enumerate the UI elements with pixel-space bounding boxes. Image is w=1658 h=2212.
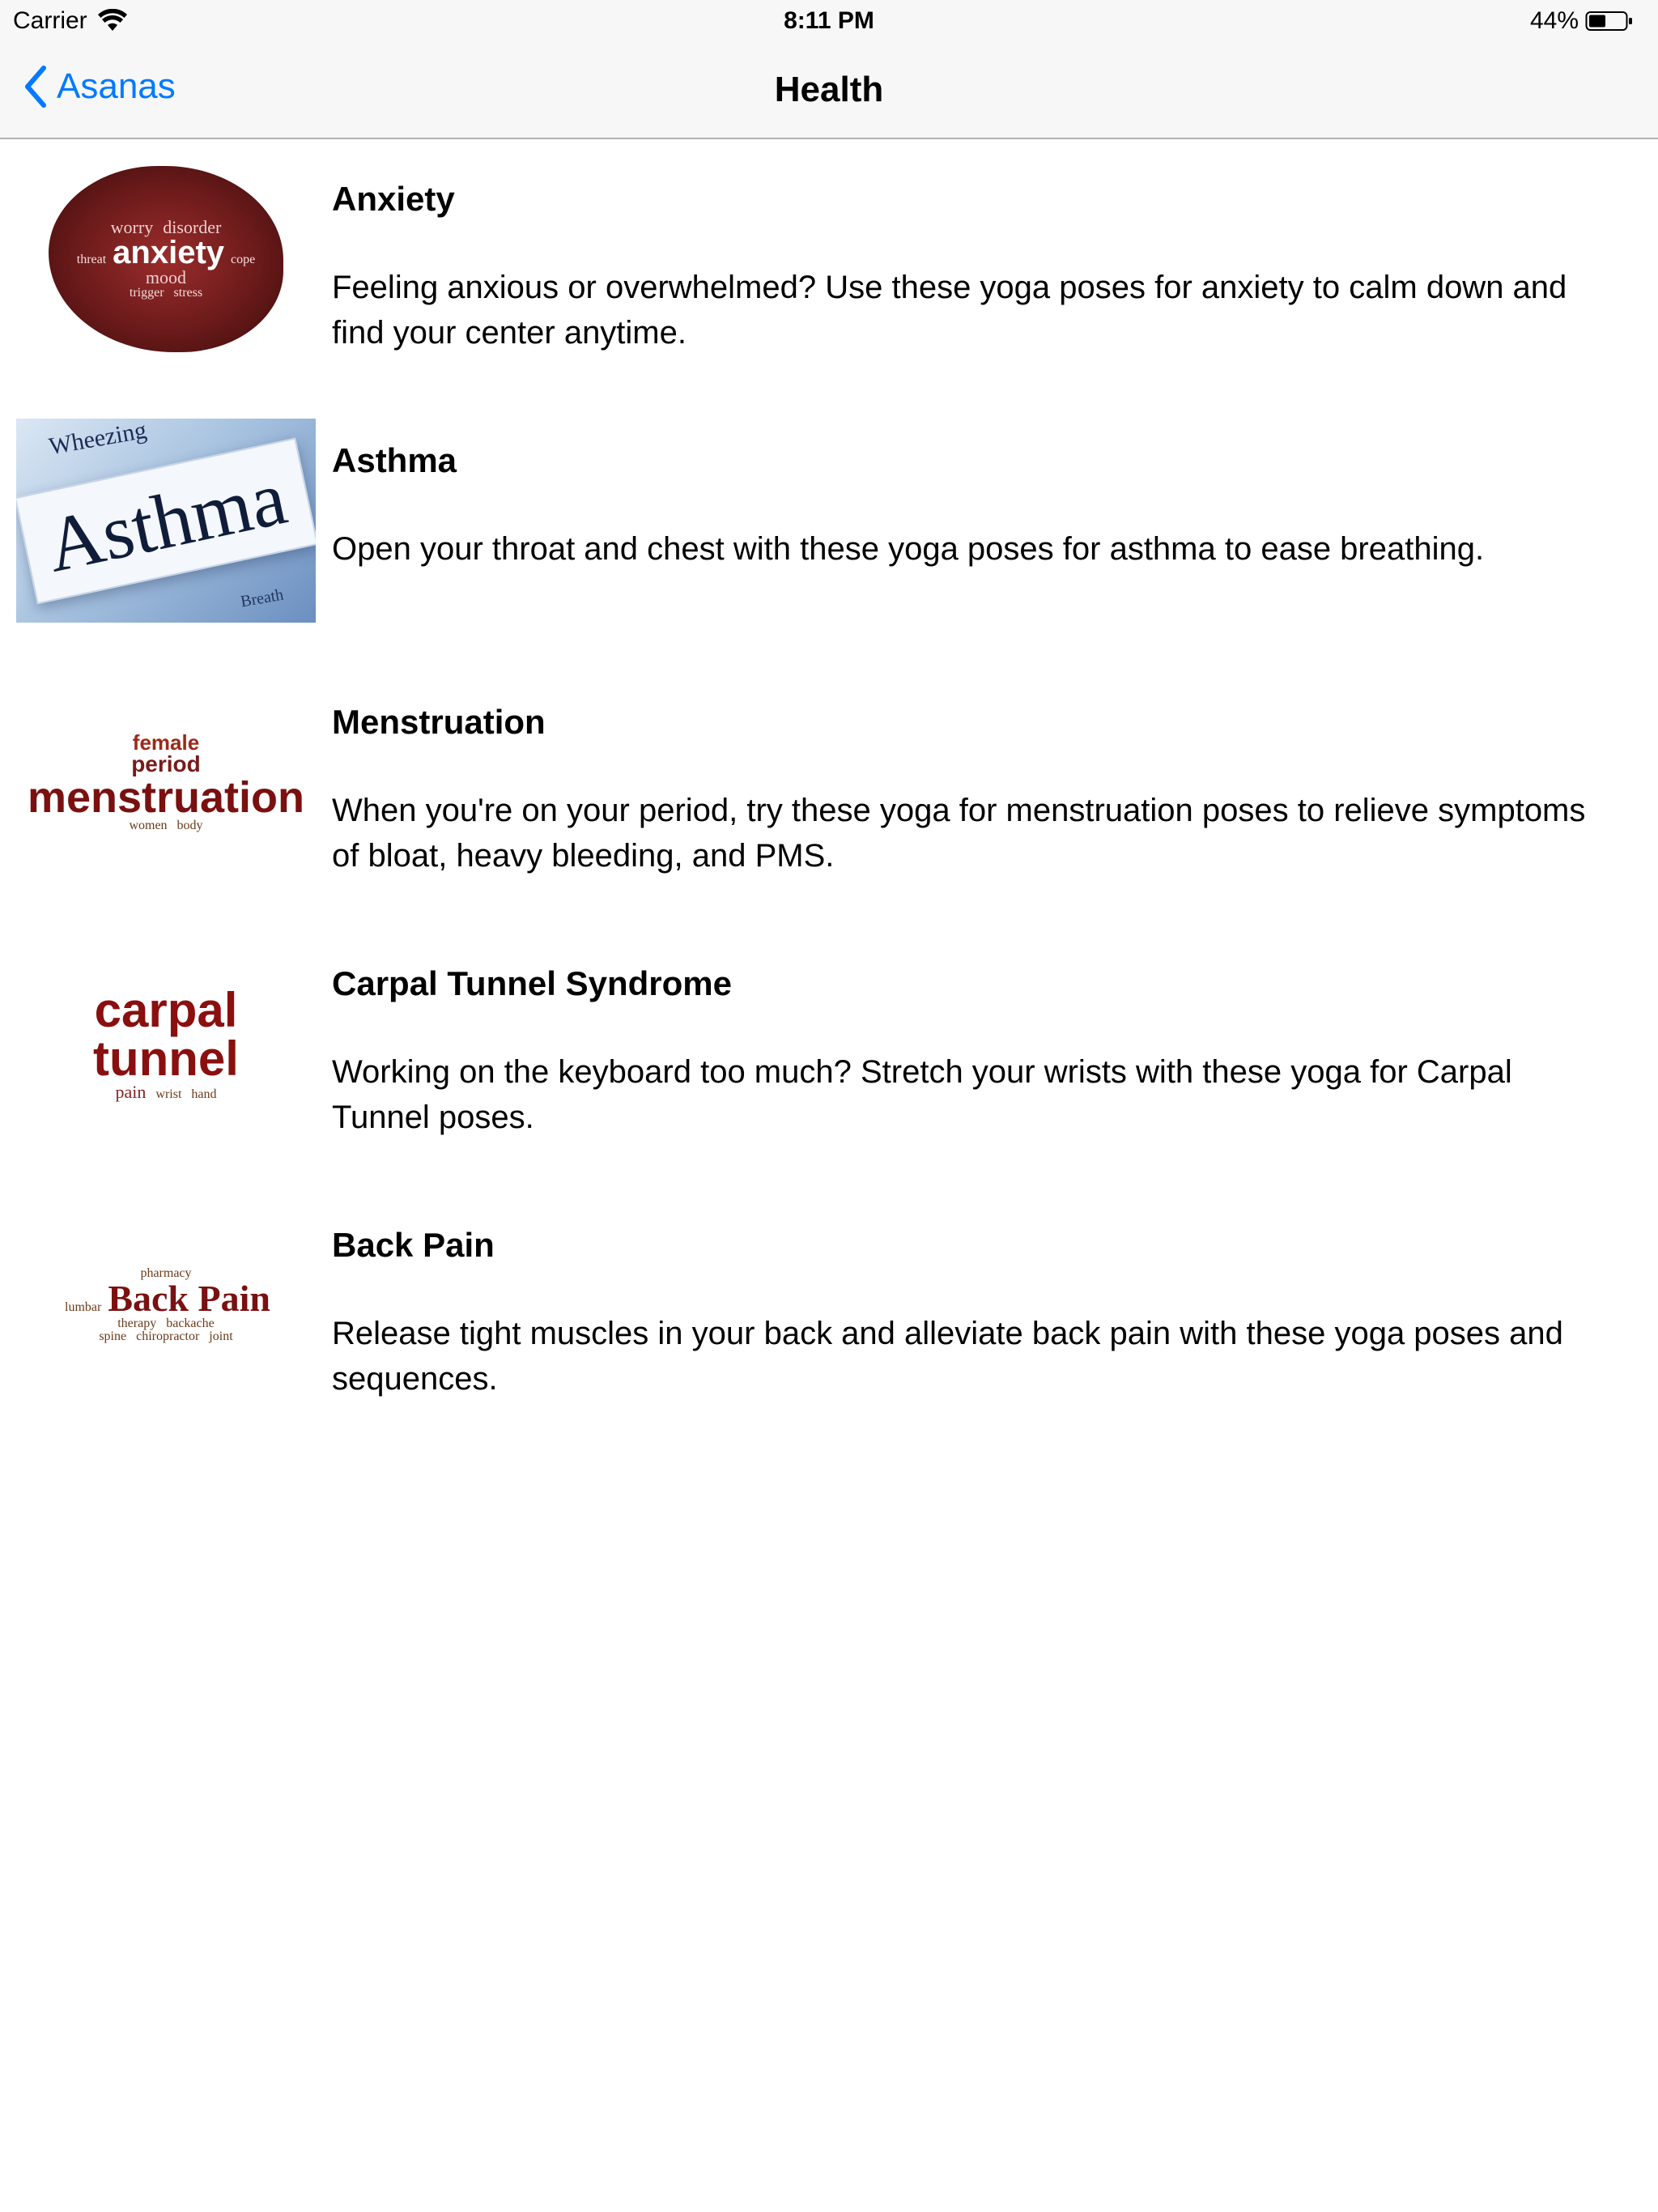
word-cloud: female period menstruation women body	[28, 732, 304, 832]
cloud-word: body	[176, 819, 203, 832]
item-description: Open your throat and chest with these yo…	[332, 531, 1485, 567]
status-right: 44%	[1530, 7, 1634, 35]
word-cloud: carpal tunnel pain wrist hand	[16, 986, 316, 1101]
cloud-word: worry	[110, 217, 154, 237]
cloud-word: stress	[173, 286, 203, 300]
cloud-word: therapy	[117, 1317, 157, 1330]
list-item-menstruation[interactable]: female period menstruation women body Me…	[0, 662, 1658, 924]
cloud-main-word: carpal tunnel	[93, 983, 239, 1086]
back-pain-thumbnail: pharmacy lumbar Back Pain therapy backac…	[16, 1203, 316, 1407]
item-description: When you're on your period, try these yo…	[332, 793, 1586, 874]
list-item-back-pain[interactable]: pharmacy lumbar Back Pain therapy backac…	[0, 1185, 1658, 1447]
nav-title: Health	[774, 70, 884, 109]
asthma-card: Asthma	[16, 437, 316, 604]
battery-percent: 44%	[1529, 7, 1579, 34]
cloud-word: spine	[99, 1329, 127, 1343]
cloud-word: threat	[76, 253, 107, 266]
status-time: 8:11 PM	[784, 7, 874, 34]
list-item-carpal-tunnel[interactable]: carpal tunnel pain wrist hand Carpal Tun…	[0, 924, 1658, 1185]
cloud-word: Wheezing	[46, 419, 149, 461]
item-title: Anxiety	[332, 180, 455, 218]
cloud-word: Breath	[239, 585, 285, 611]
menstruation-thumbnail: female period menstruation women body	[16, 680, 316, 884]
word-cloud: pharmacy lumbar Back Pain therapy backac…	[62, 1267, 270, 1343]
item-title: Menstruation	[332, 703, 546, 741]
cloud-word: joint	[209, 1329, 233, 1343]
cloud-word: chiropractor	[136, 1329, 200, 1343]
cloud-word: trigger	[129, 286, 164, 300]
cloud-main-word: anxiety	[113, 235, 225, 270]
carpal-tunnel-thumbnail: carpal tunnel pain wrist hand	[16, 942, 316, 1146]
cloud-word: disorder	[163, 217, 222, 237]
item-description: Release tight muscles in your back and a…	[332, 1316, 1563, 1397]
navigation-bar: Asanas Health	[0, 45, 1658, 139]
cloud-word: hand	[191, 1087, 217, 1101]
word-cloud: worry disorder threat anxiety cope mood …	[49, 166, 283, 352]
cloud-word: mood	[145, 267, 187, 287]
list-item-anxiety[interactable]: worry disorder threat anxiety cope mood …	[0, 139, 1658, 401]
cloud-word: wrist	[155, 1087, 182, 1101]
cloud-word: backache	[166, 1317, 215, 1330]
cloud-word: lumbar	[65, 1300, 102, 1314]
item-title: Back Pain	[332, 1226, 495, 1264]
list-item-asthma[interactable]: Wheezing Asthma Breath Asthma Open your …	[0, 401, 1658, 662]
asthma-thumbnail: Wheezing Asthma Breath	[16, 419, 316, 623]
cloud-main-word: menstruation	[27, 773, 305, 822]
cloud-word: cope	[231, 253, 256, 266]
health-topic-list: worry disorder threat anxiety cope mood …	[0, 139, 1658, 1447]
item-title: Asthma	[332, 441, 457, 479]
battery-icon	[1585, 11, 1632, 31]
item-description: Feeling anxious or overwhelmed? Use thes…	[332, 270, 1567, 351]
cloud-main-word: Back Pain	[108, 1278, 270, 1319]
cloud-word: female	[132, 730, 200, 755]
item-description: Working on the keyboard too much? Stretc…	[332, 1054, 1512, 1135]
cloud-main-word: Asthma	[38, 453, 294, 589]
cloud-word: women	[129, 819, 168, 832]
item-title: Carpal Tunnel Syndrome	[332, 964, 732, 1002]
cloud-word: pain	[115, 1082, 147, 1102]
status-bar: Carrier 8:11 PM 44%	[0, 0, 1658, 45]
anxiety-thumbnail: worry disorder threat anxiety cope mood …	[16, 157, 316, 361]
cloud-word: period	[131, 751, 201, 776]
